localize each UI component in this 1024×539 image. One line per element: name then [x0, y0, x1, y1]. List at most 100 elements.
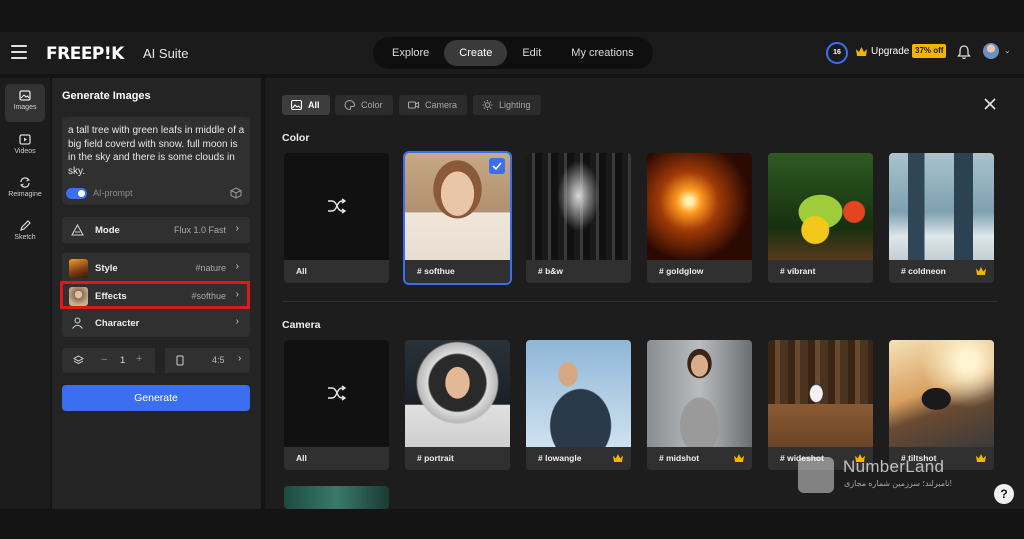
freepik-logo[interactable]: FREEP!K: [46, 44, 124, 64]
card-label: # goldglow: [647, 260, 752, 283]
card-label: # b&w: [526, 260, 631, 283]
aspect-ratio-icon[interactable]: [176, 355, 184, 366]
avatar[interactable]: [983, 43, 999, 59]
filter-label: Lighting: [499, 100, 531, 110]
section-title-color: Color: [282, 132, 310, 144]
ai-prompt-toggle[interactable]: [66, 188, 87, 199]
effect-card-midshot[interactable]: # midshot: [647, 340, 752, 470]
effect-card-all[interactable]: All: [284, 340, 389, 470]
rail-item-images[interactable]: Images: [5, 84, 45, 122]
menu-icon[interactable]: [11, 45, 27, 59]
filter-camera[interactable]: Camera: [399, 95, 468, 115]
tab-explore[interactable]: Explore: [377, 40, 444, 66]
effect-card-all[interactable]: All: [284, 153, 389, 283]
rail-label: Images: [13, 104, 37, 111]
discount-badge[interactable]: 37% off: [912, 44, 947, 58]
effect-card-bw[interactable]: # b&w: [526, 153, 631, 283]
chevron-right-icon: ›: [238, 353, 242, 364]
effects-panel: All Color Camera Lighting Color All # so…: [265, 78, 1024, 509]
chevron-down-icon[interactable]: ⌄: [1004, 46, 1011, 55]
effect-card-partial[interactable]: [284, 486, 389, 509]
style-label: Style: [95, 263, 118, 274]
watermark: NumberLand نامبرلند؛ سرزمین شماره مجازی!: [798, 455, 976, 495]
style-value: #nature: [195, 263, 226, 273]
top-bar: FREEP!K AI Suite Explore Create Edit My …: [0, 32, 1024, 74]
style-selector[interactable]: Style #nature ›: [62, 255, 250, 281]
rail-label: Videos: [14, 148, 36, 155]
filter-color[interactable]: Color: [335, 95, 393, 115]
rail-label: Reimagine: [8, 191, 42, 198]
credits-indicator[interactable]: 16: [826, 42, 848, 64]
aspect-ratio-value[interactable]: 4:5: [212, 355, 225, 365]
tool-rail: Images Videos Reimagine Sketch: [0, 78, 50, 509]
rail-label: Sketch: [14, 234, 36, 241]
palette-icon: [344, 100, 355, 110]
card-label: # portrait: [405, 447, 510, 470]
watermark-title: NumberLand: [843, 457, 945, 476]
ai-suite-label: AI Suite: [143, 46, 189, 61]
tab-my-creations[interactable]: My creations: [556, 40, 648, 66]
effects-highlight: [60, 281, 250, 309]
effect-card-vibrant[interactable]: # vibrant: [768, 153, 873, 283]
card-image: [768, 340, 873, 447]
chevron-right-icon: ›: [235, 316, 239, 327]
crown-icon: [613, 454, 623, 462]
filter-label: Color: [361, 100, 383, 110]
tab-create[interactable]: Create: [444, 40, 508, 66]
cube-icon[interactable]: [230, 187, 242, 199]
decrement-button[interactable]: −: [101, 354, 107, 366]
effect-card-portrait[interactable]: # portrait: [405, 340, 510, 470]
card-image: [284, 486, 389, 509]
filter-lighting[interactable]: Lighting: [473, 95, 541, 115]
image-count: 1: [120, 355, 126, 366]
effect-card-wideshot[interactable]: # wideshot: [768, 340, 873, 470]
output-controls: − 1 + 4:5 ›: [62, 348, 250, 373]
tab-edit[interactable]: Edit: [507, 40, 556, 66]
layers-icon: [73, 355, 84, 365]
mode-icon: [71, 224, 84, 236]
section-title-camera: Camera: [282, 319, 321, 331]
filter-label: All: [308, 100, 320, 110]
bell-icon[interactable]: [957, 45, 971, 60]
watermark-logo: [798, 457, 834, 493]
check-icon: [489, 158, 505, 174]
shuffle-icon: [328, 198, 346, 214]
effect-card-goldglow[interactable]: # goldglow: [647, 153, 752, 283]
character-selector[interactable]: Character ›: [62, 310, 250, 336]
prompt-text[interactable]: a tall tree with green leafs in middle o…: [68, 124, 248, 178]
pencil-icon: [20, 220, 31, 231]
card-label: All: [284, 260, 389, 283]
filter-all[interactable]: All: [282, 95, 330, 115]
rail-item-reimagine[interactable]: Reimagine: [5, 171, 45, 209]
card-image: [526, 153, 631, 260]
card-image: [768, 153, 873, 260]
mode-label: Mode: [95, 225, 120, 236]
card-image: [889, 340, 994, 447]
generate-button[interactable]: Generate: [62, 385, 250, 411]
close-icon[interactable]: [984, 98, 996, 110]
crown-icon: [976, 267, 986, 275]
upgrade-link[interactable]: Upgrade: [871, 46, 909, 57]
chevron-right-icon: ›: [235, 261, 239, 272]
character-label: Character: [95, 318, 140, 329]
card-image: [405, 340, 510, 447]
effect-card-tiltshot[interactable]: # tiltshot: [889, 340, 994, 470]
card-label: # softhue: [405, 260, 510, 283]
card-label: All: [284, 447, 389, 470]
help-button[interactable]: ?: [994, 484, 1014, 504]
card-label: # vibrant: [768, 260, 873, 283]
prompt-input[interactable]: a tall tree with green leafs in middle o…: [62, 117, 250, 205]
card-image: [889, 153, 994, 260]
mode-selector[interactable]: Mode Flux 1.0 Fast ›: [62, 217, 250, 243]
rail-item-videos[interactable]: Videos: [5, 128, 45, 166]
section-divider: [282, 301, 998, 302]
image-icon: [291, 100, 302, 110]
reimagine-icon: [20, 177, 30, 188]
effect-card-coldneon[interactable]: # coldneon: [889, 153, 994, 283]
effect-card-softhue[interactable]: # softhue: [403, 151, 512, 285]
video-icon: [19, 134, 31, 145]
crown-icon: [856, 47, 867, 56]
rail-item-sketch[interactable]: Sketch: [5, 214, 45, 252]
effect-card-lowangle[interactable]: # lowangle: [526, 340, 631, 470]
increment-button[interactable]: +: [136, 353, 142, 365]
